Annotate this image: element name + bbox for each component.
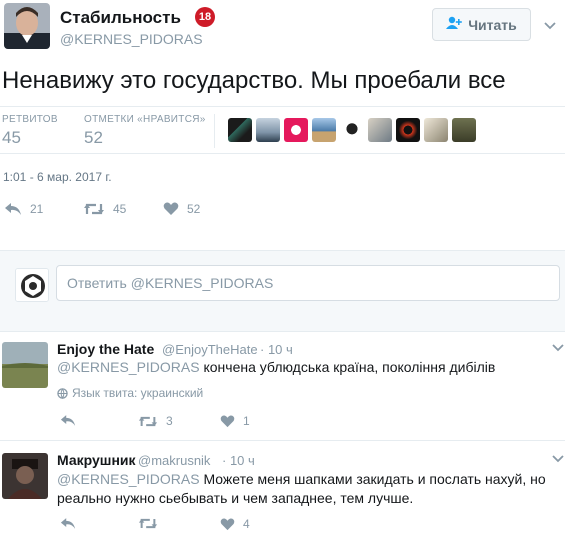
liker-avatar[interactable] [368, 118, 392, 142]
retweets-stat-label: РЕТВИТОВ [2, 114, 58, 125]
mention-link[interactable]: @KERNES_PIDORAS [57, 471, 200, 487]
like-count: 1 [243, 414, 250, 428]
liker-avatar[interactable] [396, 118, 420, 142]
reply-count: 21 [30, 202, 44, 216]
reply-time[interactable]: · 10 ч [260, 342, 293, 357]
globe-icon [57, 387, 68, 399]
reply-action[interactable] [60, 414, 76, 427]
reply-body: кончена ублюдська країна, покоління дибі… [203, 359, 496, 375]
reply-author-avatar[interactable] [2, 453, 48, 499]
retweet-icon [84, 203, 104, 215]
follow-button[interactable]: Читать [432, 8, 531, 41]
reply-icon [60, 518, 76, 529]
liker-avatar[interactable] [256, 118, 280, 142]
tweet-timestamp[interactable]: 1:01 - 6 мар. 2017 г. [3, 170, 112, 184]
reply-body-line-2: реально нужно сьебывать и чем западнее, … [57, 490, 414, 506]
like-action[interactable]: 1 [220, 414, 250, 428]
retweet-action[interactable]: 3 [138, 414, 173, 428]
like-count: 4 [243, 517, 250, 531]
reply-author-name[interactable]: Макрушник [57, 452, 136, 468]
liker-avatar[interactable] [312, 118, 336, 142]
reply-author-handle[interactable]: @EnjoyTheHate [162, 342, 258, 357]
liker-avatar[interactable] [452, 118, 476, 142]
reply-author-name[interactable]: Enjoy the Hate [57, 341, 154, 357]
liker-avatars [228, 118, 476, 142]
add-user-icon [446, 16, 463, 33]
reply-icon [60, 415, 76, 426]
divider [214, 114, 215, 148]
retweet-count: 45 [113, 202, 127, 216]
divider [0, 106, 565, 107]
reply-time[interactable]: · 10 ч [222, 453, 255, 468]
likes-stat-label: ОТМЕТКИ «НРАВИТСЯ» [84, 114, 206, 125]
chevron-down-icon[interactable] [552, 453, 564, 465]
language-note-text: Язык твита: украинский [72, 386, 204, 400]
tweet-text: Ненавижу это государство. Мы проебали вс… [2, 67, 506, 94]
follow-button-label: Читать [468, 16, 517, 33]
age-restriction-badge: 18 [195, 7, 215, 27]
author-handle[interactable]: @KERNES_PIDORAS [60, 31, 203, 47]
chevron-down-icon[interactable] [552, 342, 564, 354]
retweet-action[interactable] [138, 517, 158, 530]
current-user-avatar [15, 268, 49, 302]
reply-body-line-1: Можете меня шапками закидать и послать н… [203, 471, 546, 487]
reply-action[interactable]: 21 [4, 202, 43, 216]
divider [0, 440, 565, 441]
liker-avatar[interactable] [340, 118, 364, 142]
reply-author-avatar[interactable] [2, 342, 48, 388]
divider [0, 153, 565, 154]
heart-icon [220, 415, 235, 427]
heart-icon [220, 518, 235, 530]
language-note: Язык твита: украинский [57, 386, 203, 400]
retweet-icon [138, 416, 158, 426]
reply-input[interactable]: Ответить @KERNES_PIDORAS [56, 265, 560, 301]
liker-avatar[interactable] [424, 118, 448, 142]
reply-action[interactable] [60, 517, 76, 530]
like-action[interactable]: 4 [220, 517, 250, 531]
reply-text: @KERNES_PIDORAS кончена ублюдська країна… [57, 357, 495, 377]
reply-text: @KERNES_PIDORAS Можете меня шапками заки… [57, 469, 546, 489]
author-avatar[interactable] [4, 3, 50, 49]
retweets-stat-count[interactable]: 45 [2, 128, 21, 148]
mention-link[interactable]: @KERNES_PIDORAS [57, 359, 200, 375]
reply-author-handle[interactable]: @makrusnik [138, 453, 210, 468]
author-display-name[interactable]: Стабильность [60, 8, 181, 28]
retweet-icon [138, 518, 158, 529]
heart-icon [163, 202, 179, 215]
retweet-count: 3 [166, 414, 173, 428]
retweet-action[interactable]: 45 [83, 202, 126, 216]
liker-avatar[interactable] [228, 118, 252, 142]
reply-icon [5, 203, 21, 215]
liker-avatar[interactable] [284, 118, 308, 142]
like-action[interactable]: 52 [163, 202, 200, 216]
like-count: 52 [187, 202, 201, 216]
likes-stat-count[interactable]: 52 [84, 128, 103, 148]
chevron-down-icon[interactable] [544, 20, 556, 32]
